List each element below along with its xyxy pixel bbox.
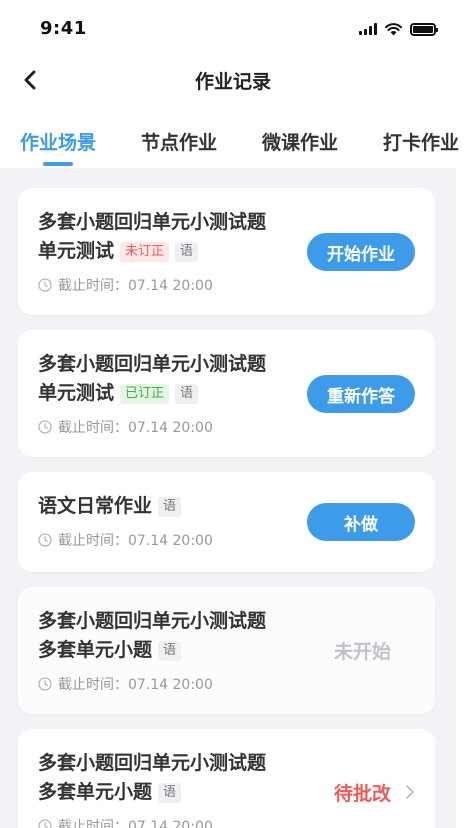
tab-active-indicator — [43, 162, 73, 166]
deadline-text: 截止时间：07.14 20:00 — [58, 533, 213, 549]
homework-card[interactable]: 多套小题回归单元小测试题 多套单元小题 语 截止时间：07.14 20:00 待… — [18, 729, 435, 828]
tab-label: 节点作业 — [141, 132, 218, 154]
subject-badge: 语 — [175, 383, 199, 404]
tab-scene[interactable]: 作业场景 — [20, 118, 97, 166]
homework-card[interactable]: 多套小题回归单元小测试题 多套单元小题 语 截止时间：07.14 20:00 未… — [18, 587, 435, 714]
tab-microlesson[interactable]: 微课作业 — [262, 118, 338, 155]
nav-bar: 作业记录 — [0, 58, 466, 102]
homework-card[interactable]: 语文日常作业 语 截止时间：07.14 20:00 补做 — [18, 472, 435, 572]
deadline-text: 截止时间：07.14 20:00 — [58, 278, 213, 294]
card-title-line2: 单元测试 — [38, 382, 115, 404]
back-button[interactable] — [14, 64, 46, 96]
deadline: 截止时间：07.14 20:00 — [38, 816, 415, 828]
pending-review-status: 待批改 — [333, 783, 391, 805]
card-title-line1: 语文日常作业 — [38, 495, 153, 517]
scrollbar-track[interactable] — [456, 168, 466, 828]
card-title-line2: 多套单元小题 — [38, 781, 153, 803]
wifi-icon — [385, 22, 402, 35]
page-title: 作业记录 — [194, 70, 271, 93]
deadline-text: 截止时间：07.14 20:00 — [58, 677, 213, 693]
clock-icon — [38, 533, 52, 547]
clock-icon — [38, 278, 52, 292]
clock-icon — [38, 819, 52, 828]
chevron-right-icon[interactable] — [403, 783, 417, 801]
clock-icon — [38, 420, 52, 434]
makeup-homework-button[interactable]: 补做 — [307, 503, 415, 541]
card-title-line2: 多套单元小题 — [38, 639, 153, 661]
subject-badge: 语 — [175, 241, 199, 262]
deadline-text: 截止时间：07.14 20:00 — [58, 420, 213, 436]
deadline: 截止时间：07.14 20:00 — [38, 275, 415, 295]
cellular-signal-icon — [359, 23, 377, 35]
card-title-line1: 多套小题回归单元小测试题 — [38, 752, 267, 774]
homework-list[interactable]: 多套小题回归单元小测试题 单元测试 未订正 语 截止时间：07.14 20:00… — [0, 168, 456, 828]
battery-icon — [410, 22, 438, 36]
subject-badge: 语 — [158, 496, 182, 517]
status-badge: 已订正 — [120, 383, 170, 404]
homework-card[interactable]: 多套小题回归单元小测试题 单元测试 未订正 语 截止时间：07.14 20:00… — [18, 188, 435, 315]
homework-card[interactable]: 多套小题回归单元小测试题 单元测试 已订正 语 截止时间：07.14 20:00… — [18, 330, 435, 457]
deadline-text: 截止时间：07.14 20:00 — [58, 819, 213, 828]
status-icons — [359, 22, 438, 36]
status-time: 9:41 — [40, 17, 87, 39]
tab-label: 打卡作业 — [383, 132, 460, 154]
deadline: 截止时间：07.14 20:00 — [38, 417, 415, 437]
clock-icon — [38, 677, 52, 691]
tab-bar: 作业场景 节点作业 微课作业 打卡作业 — [0, 118, 466, 168]
tab-node[interactable]: 节点作业 — [141, 118, 217, 155]
card-title-line1: 多套小题回归单元小测试题 — [38, 610, 267, 632]
deadline: 截止时间：07.14 20:00 — [38, 674, 415, 694]
tab-label: 作业场景 — [20, 132, 97, 154]
subject-badge: 语 — [158, 640, 182, 661]
not-started-status: 未开始 — [333, 641, 391, 663]
redo-homework-button[interactable]: 重新作答 — [307, 375, 415, 413]
tab-checkin[interactable]: 打卡作业 — [383, 118, 459, 155]
subject-badge: 语 — [158, 782, 182, 803]
card-title-line2: 单元测试 — [38, 240, 115, 262]
start-homework-button[interactable]: 开始作业 — [307, 233, 415, 271]
status-badge: 未订正 — [120, 241, 170, 262]
chevron-left-icon — [24, 70, 36, 90]
status-bar: 9:41 — [0, 0, 466, 58]
tab-label: 微课作业 — [262, 132, 339, 154]
